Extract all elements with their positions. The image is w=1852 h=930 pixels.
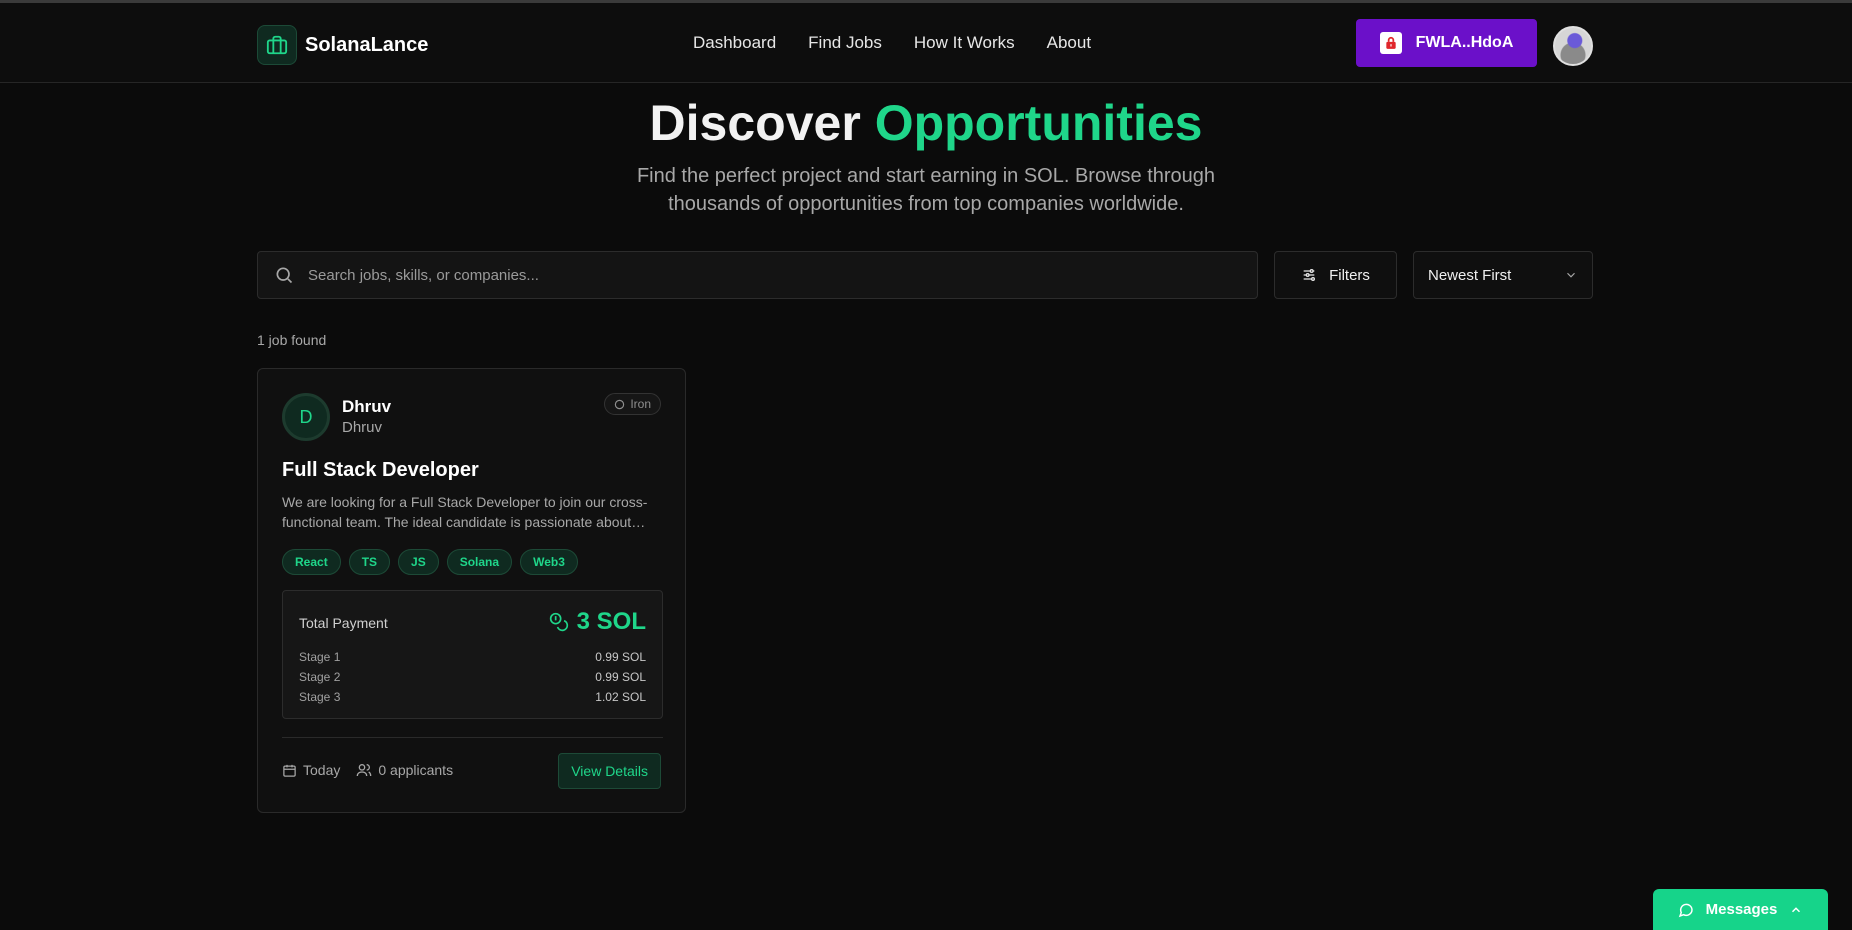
shield-icon [615,399,625,409]
briefcase-icon [257,25,297,65]
job-meta: Today 0 applicants [282,762,453,778]
page-subtitle: Find the perfect project and start earni… [636,165,1216,215]
coins-icon [549,612,568,632]
brand-name: SolanaLance [305,33,429,56]
poster-name: Dhruv [342,397,392,416]
wallet-button[interactable]: FWLA..HdoA [1356,19,1537,67]
sliders-icon [1303,269,1316,281]
top-navbar: SolanaLance Dashboard Find Jobs How It W… [0,3,1852,83]
stage-amount: 0.99 SOL [595,650,646,664]
search-input[interactable] [294,252,1257,298]
job-title[interactable]: Full Stack Developer [282,459,479,482]
applicant-text: 0 applicants [378,762,454,778]
stage-amount: 1.02 SOL [595,690,646,704]
sort-select[interactable]: Newest First [1413,251,1593,299]
posted-date: Today [282,762,340,778]
title-main: Discover [649,95,861,151]
wallet-address: FWLA..HdoA [1415,34,1514,51]
page-title: Discover Opportunities [0,94,1852,152]
search-icon [276,267,293,284]
tier-label: Iron [630,397,651,411]
job-description: We are looking for a Full Stack Develope… [282,494,648,530]
chevron-down-icon [1567,272,1575,278]
chevron-up-icon [1792,906,1801,912]
messages-label: Messages [1705,901,1778,918]
payment-total-value: 3 SOL [576,608,646,635]
payment-total: 3 SOL [549,608,646,636]
filters-label: Filters [1329,266,1370,284]
stage-row: Stage 1 0.99 SOL [299,647,646,667]
skill-tag: TS [348,549,391,575]
nav-about[interactable]: About [1047,33,1091,53]
stage-name: Stage 2 [299,670,341,684]
brand[interactable]: SolanaLance [257,25,428,65]
title-accent: Opportunities [874,95,1203,151]
card-divider [282,737,663,738]
payment-label: Total Payment [299,615,388,631]
job-card[interactable]: D Dhruv Dhruv Iron Full Stack Developer … [257,368,686,813]
chat-icon [1678,903,1693,917]
applicant-count: 0 applicants [356,762,453,778]
stage-name: Stage 1 [299,650,341,664]
users-icon [357,764,372,777]
search-bar [257,251,1258,299]
stage-name: Stage 3 [299,690,341,704]
poster-company: Dhruv [342,419,383,436]
skill-tags: React TS JS Solana Web3 [282,549,578,575]
user-avatar[interactable] [1553,26,1593,66]
messages-button[interactable]: Messages [1653,889,1828,930]
skill-tag: Web3 [520,549,578,575]
view-details-button[interactable]: View Details [558,753,661,789]
skill-tag: React [282,549,341,575]
sort-value: Newest First [1428,266,1512,284]
posted-text: Today [303,762,341,778]
tier-badge: Iron [604,393,661,415]
poster-avatar: D [282,393,330,441]
lock-icon [1379,32,1402,54]
main-nav: Dashboard Find Jobs How It Works About [693,33,1091,53]
payment-stages: Stage 1 0.99 SOL Stage 2 0.99 SOL Stage … [299,647,646,707]
result-count: 1 job found [257,332,327,348]
skill-tag: JS [398,549,439,575]
nav-dashboard[interactable]: Dashboard [693,33,776,53]
filters-button[interactable]: Filters [1274,251,1397,299]
stage-amount: 0.99 SOL [595,670,646,684]
stage-row: Stage 3 1.02 SOL [299,687,646,707]
calendar-icon [283,764,296,777]
nav-how-it-works[interactable]: How It Works [914,33,1015,53]
skill-tag: Solana [446,549,513,575]
stage-row: Stage 2 0.99 SOL [299,667,646,687]
nav-find-jobs[interactable]: Find Jobs [808,33,882,53]
payment-summary: Total Payment 3 SOL Stage 1 0.99 SOL Sta… [282,590,663,719]
